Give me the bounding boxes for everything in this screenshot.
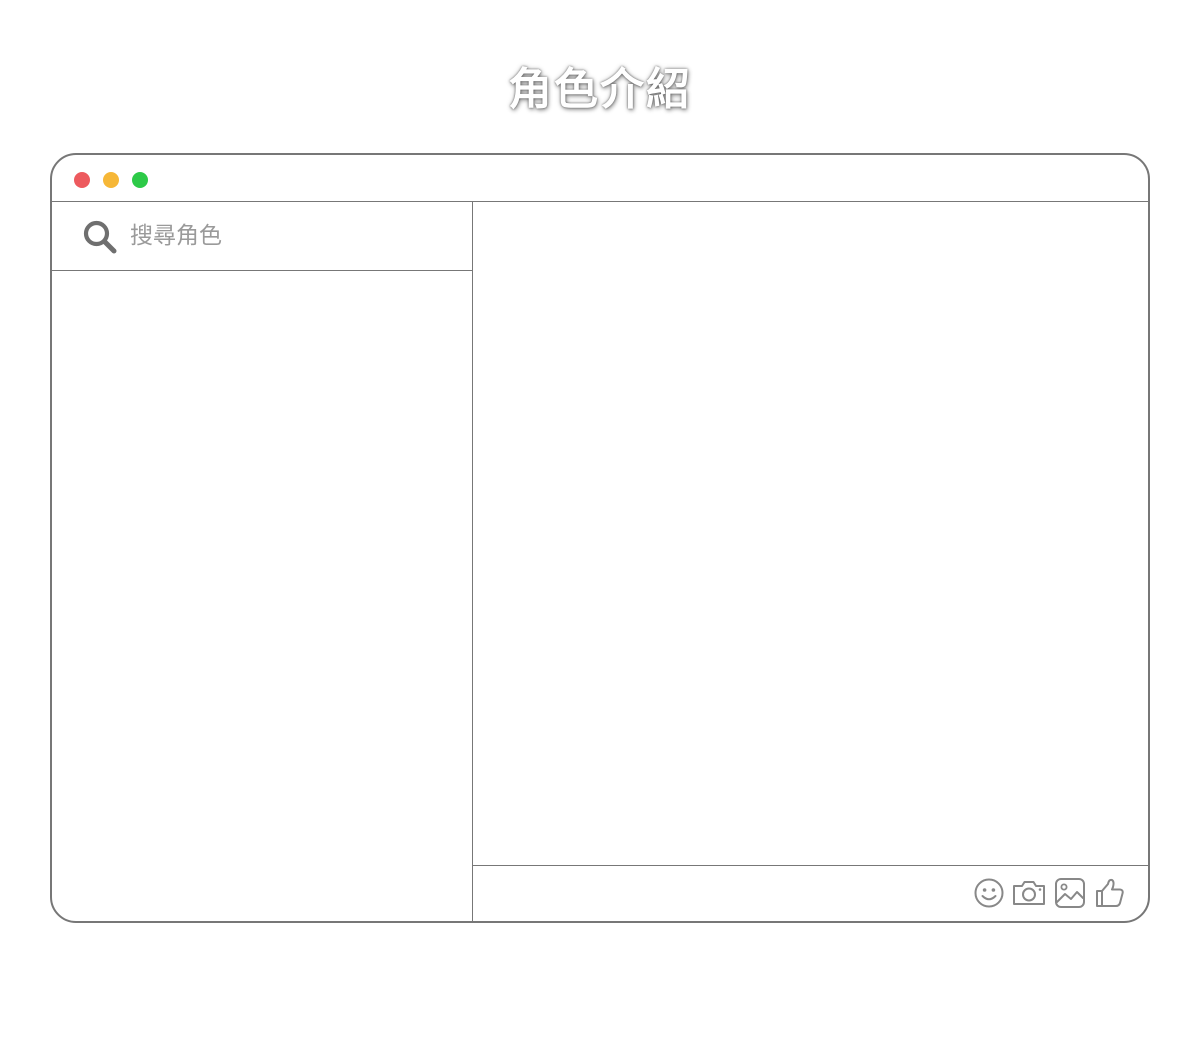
camera-icon[interactable] [1011,876,1047,910]
message-area [473,202,1148,866]
content-panel [473,202,1148,921]
search-bar [52,202,472,271]
thumbs-up-icon[interactable] [1093,876,1127,910]
compose-bar [473,866,1148,921]
search-icon[interactable] [82,219,118,255]
image-icon[interactable] [1053,876,1087,910]
window-minimize-button[interactable] [103,172,119,188]
smiley-icon[interactable] [972,876,1006,910]
sidebar [52,202,473,921]
window-maximize-button[interactable] [132,172,148,188]
search-input[interactable] [130,218,450,254]
window-titlebar [52,155,1148,202]
app-window [50,153,1150,923]
window-close-button[interactable] [74,172,90,188]
page-title: 角色介紹 [508,64,692,115]
